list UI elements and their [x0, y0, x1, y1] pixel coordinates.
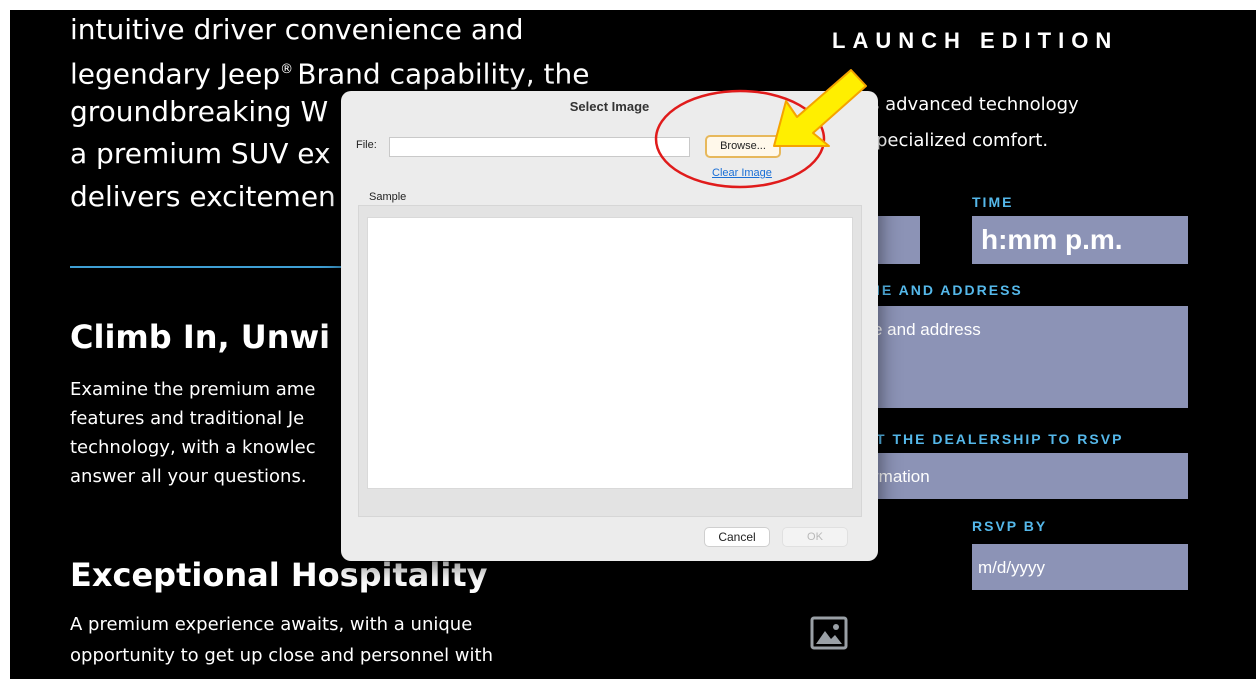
select-image-dialog: Select Image File: Browse... Clear Image…	[341, 91, 878, 561]
climb-heading: Climb In, Unwi	[70, 318, 331, 356]
intro-line: a premium SUV ex	[70, 137, 331, 170]
rsvp-by-field[interactable]: m/d/yyyy	[972, 544, 1188, 590]
hospitality-body-line: A premium experience awaits, with a uniq…	[70, 614, 473, 635]
browse-button[interactable]: Browse...	[705, 135, 781, 158]
rsvp-contact-label: T THE DEALERSHIP TO RSVP	[876, 431, 1124, 447]
climb-body-line: technology, with a knowlec	[70, 437, 316, 458]
time-field[interactable]: h:mm p.m.	[972, 216, 1188, 264]
cancel-button[interactable]: Cancel	[704, 527, 770, 547]
intro-capability: Brand capability, the	[297, 57, 590, 91]
hospitality-heading: Exceptional Hospitality	[70, 556, 488, 594]
climb-body-line: Examine the premium ame	[70, 379, 316, 400]
rsvp-by-label: RSVP BY	[972, 518, 1048, 534]
registered-mark: ®	[280, 62, 298, 77]
right-copy-line: s advanced technology	[870, 94, 1079, 115]
ok-button[interactable]: OK	[782, 527, 848, 547]
intro-line: groundbreaking W	[70, 95, 329, 128]
intro-line: intuitive driver convenience and	[70, 13, 524, 46]
section-divider	[70, 266, 370, 268]
sample-label: Sample	[369, 191, 407, 203]
launch-edition-title: LAUNCH EDITION	[832, 28, 1119, 53]
time-label: TIME	[972, 194, 1014, 210]
address-field[interactable]: e and address	[870, 306, 1188, 408]
intro-jeep: legendary Jeep	[70, 57, 281, 91]
address-label: IE AND ADDRESS	[876, 282, 1023, 298]
clear-image-link[interactable]: Clear Image	[712, 167, 772, 179]
file-label: File:	[356, 139, 377, 151]
time-field-value: h:mm p.m.	[981, 224, 1123, 255]
image-icon[interactable]	[810, 616, 848, 650]
file-path-input[interactable]	[389, 137, 690, 157]
dialog-title: Select Image	[569, 99, 650, 114]
address-field-value: e and address	[873, 320, 981, 339]
rsvp-contact-value: rmation	[873, 467, 930, 486]
climb-body-line: answer all your questions.	[70, 466, 307, 487]
hospitality-body-line: opportunity to get up close and personne…	[70, 645, 493, 666]
intro-line: delivers excitemen	[70, 180, 336, 213]
right-copy-line: pecialized comfort.	[876, 130, 1049, 151]
rsvp-contact-field[interactable]: rmation	[870, 453, 1188, 499]
rsvp-by-value: m/d/yyyy	[978, 558, 1046, 577]
sample-group	[358, 205, 862, 517]
sample-preview	[367, 217, 853, 489]
intro-line: legendary Jeep® Brand capability, the	[70, 50, 590, 94]
climb-body-line: features and traditional Je	[70, 408, 305, 429]
